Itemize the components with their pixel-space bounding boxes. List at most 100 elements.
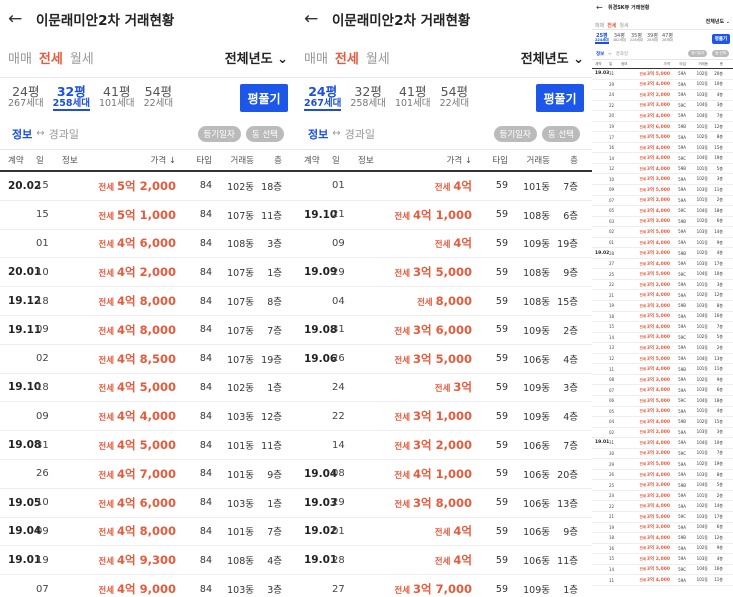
pyeong-tab[interactable]: 47평 28세대 xyxy=(662,33,673,45)
table-row[interactable]: 15 전세 5억 1,000 84 107동 11층 xyxy=(0,201,296,230)
elapsed-toggle[interactable]: 경과일 xyxy=(49,126,79,142)
table-row[interactable]: 07 전세3억 2,000 59A 101동 2층 xyxy=(592,196,733,207)
pyeong-expand-button[interactable]: 평풀기 xyxy=(712,34,730,44)
table-row[interactable]: 19.10 18 전세 4억 5,000 84 102동 1층 xyxy=(0,374,296,403)
header-day[interactable]: 일 xyxy=(36,154,62,166)
table-row[interactable]: 19.10 21 전세 4억 1,000 59 108동 6층 xyxy=(296,201,592,230)
pyeong-tab[interactable]: 32평 258세대 xyxy=(350,85,386,110)
deal-type-tab[interactable]: 매매 xyxy=(595,23,604,29)
table-row[interactable]: 27 전세3억 4,000 59A 103동 17층 xyxy=(592,259,733,270)
table-row[interactable]: 22 전세3억 4,000 59A 102동 14층 xyxy=(592,501,733,512)
table-row[interactable]: 19.01 19 전세 4억 9,300 84 108동 4층 xyxy=(0,546,296,576)
table-row[interactable]: 29 전세3억 4,000 59A 101동 10층 xyxy=(592,80,733,91)
table-row[interactable]: 27 전세 3억 7,000 59 109동 1층 xyxy=(296,575,592,597)
table-row[interactable]: 24 전세3억 2,000 59A 101동 2층 xyxy=(592,491,733,502)
swap-arrow-icon[interactable]: ↔ xyxy=(36,128,44,139)
table-row[interactable]: 19.02 01 전세 4억 59 106동 9층 xyxy=(296,518,592,547)
pyeong-tab[interactable]: 54평 22세대 xyxy=(440,85,470,110)
deal-type-tab[interactable]: 전세 xyxy=(335,52,359,67)
table-row[interactable]: 19.06 26 전세 3억 5,000 59 106동 4층 xyxy=(296,345,592,374)
year-dropdown[interactable]: 전체년도 ⌄ xyxy=(706,18,730,25)
table-row[interactable]: 20 전세3억 4,000 59A 104동 7층 xyxy=(592,111,733,122)
header-contract[interactable]: 계약 xyxy=(0,154,36,166)
pyeong-tab[interactable]: 25평 224세대 xyxy=(595,33,609,45)
pyeong-tab[interactable]: 39평 28세대 xyxy=(647,33,658,45)
year-dropdown[interactable]: 전체년도 ⌄ xyxy=(521,48,584,67)
table-row[interactable]: 10 전세3억 3,000 59A 102동 3층 xyxy=(592,174,733,186)
header-day[interactable]: 일 xyxy=(609,62,621,67)
header-type[interactable]: 타입 xyxy=(482,154,508,166)
filter-pill[interactable]: 등기일자 xyxy=(197,125,241,142)
table-row[interactable]: 19.09 29 전세 3억 5,000 59 108동 9층 xyxy=(296,258,592,288)
table-row[interactable]: 19.05 10 전세 4억 6,000 84 103동 1층 xyxy=(0,489,296,518)
header-info[interactable]: 정보 xyxy=(358,154,390,166)
pyeong-expand-button[interactable]: 평풀기 xyxy=(536,84,584,112)
deal-type-tab[interactable]: 전세 xyxy=(607,23,616,29)
header-info[interactable]: 정보 xyxy=(62,154,94,166)
info-toggle[interactable]: 정보 xyxy=(308,126,328,142)
table-row[interactable]: 16 전세3억 3,000 59A 102동 9층 xyxy=(592,544,733,555)
table-row[interactable]: 02 전세 4억 8,500 84 107동 19층 xyxy=(0,345,296,374)
filter-pill[interactable]: 동 선택 xyxy=(245,125,284,142)
table-row[interactable]: 14 전세3억 3,000 59C 102동 5층 xyxy=(592,333,733,344)
table-row[interactable]: 22 전세3억 3,000 59C 104동 3층 xyxy=(592,101,733,112)
table-row[interactable]: 20.02 15 전세 5억 2,000 84 102동 18층 xyxy=(0,172,296,201)
header-price[interactable]: 가격 ↓ xyxy=(390,154,482,166)
table-row[interactable]: 05 전세3억 3,000 59A 101동 4층 xyxy=(592,407,733,418)
table-row[interactable]: 21 전세3억 4,000 59A 102동 12층 xyxy=(592,290,733,302)
pyeong-tab[interactable]: 24평 267세대 xyxy=(8,85,44,110)
table-row[interactable]: 19.12 18 전세 4억 8,000 84 107동 8층 xyxy=(0,287,296,316)
deal-type-tab[interactable]: 월세 xyxy=(70,52,94,67)
deal-type-tab[interactable]: 매매 xyxy=(304,52,328,67)
deal-type-tab[interactable]: 전세 xyxy=(39,52,63,67)
deal-type-tab[interactable]: 매매 xyxy=(8,52,32,67)
header-type[interactable]: 타입 xyxy=(674,62,686,67)
filter-pill[interactable]: 등기일자 xyxy=(688,50,708,57)
table-row[interactable]: 11 전세3억 4,000 59B 101동 11층 xyxy=(592,364,733,375)
table-row[interactable]: 22 전세3억 2,000 59A 101동 3층 xyxy=(592,280,733,291)
header-dong[interactable]: 거래동 xyxy=(212,154,254,166)
elapsed-toggle[interactable]: 경과일 xyxy=(616,51,628,57)
table-row[interactable]: 19 전세3억 3,000 59B 103동 8층 xyxy=(592,301,733,312)
table-row[interactable]: 19.03 29 전세 3억 8,000 59 106동 13층 xyxy=(296,489,592,518)
table-row[interactable]: 19.04 09 전세 4억 8,000 84 101동 7층 xyxy=(0,518,296,547)
pyeong-tab[interactable]: 41평 101세대 xyxy=(99,85,135,110)
table-row[interactable]: 01 전세3억 4,000 59A 101동 9층 xyxy=(592,238,733,249)
table-row[interactable]: 14 전세3억 5,000 59C 104동 16층 xyxy=(592,565,733,576)
table-row[interactable]: 15 전세3억 4,000 59A 101동 7층 xyxy=(592,322,733,333)
table-row[interactable]: 19.02 28 전세3억 3,000 59B 102동 4층 xyxy=(592,248,733,259)
header-day[interactable]: 일 xyxy=(332,154,358,166)
header-type[interactable]: 타입 xyxy=(186,154,212,166)
table-row[interactable]: 13 전세3억 2,000 59A 103동 2층 xyxy=(592,343,733,354)
table-row[interactable]: 18 전세3억 4,000 59B 101동 12층 xyxy=(592,533,733,544)
table-row[interactable]: 08 전세3억 3,000 59A 102동 9층 xyxy=(592,375,733,386)
table-row[interactable]: 21 전세3억 5,000 59C 103동 17층 xyxy=(592,512,733,523)
table-row[interactable]: 17 전세3억 5,000 59A 102동 8층 xyxy=(592,132,733,143)
table-row[interactable]: 29 전세3억 5,000 59A 102동 19층 xyxy=(592,459,733,470)
table-row[interactable]: 22 전세 3억 1,000 59 109동 4층 xyxy=(296,402,592,432)
table-row[interactable]: 19 전세3억 6,000 59B 101동 12층 xyxy=(592,122,733,133)
filter-pill[interactable]: 동 선택 xyxy=(541,125,580,142)
table-row[interactable]: 20.01 10 전세 4억 2,000 84 107동 1층 xyxy=(0,258,296,288)
header-info[interactable]: 정보 xyxy=(621,62,634,67)
header-price[interactable]: 가격 xyxy=(634,62,674,67)
back-arrow-icon[interactable]: ← xyxy=(304,9,332,29)
table-row[interactable]: 25 전세3억 3,000 59B 104동 5층 xyxy=(592,480,733,491)
table-row[interactable]: 15 전세3억 2,000 59A 103동 4층 xyxy=(592,554,733,565)
table-row[interactable]: 05 전세3억 4,000 59C 104동 18층 xyxy=(592,206,733,217)
table-row[interactable]: 19 전세3억 3,000 59A 104동 6층 xyxy=(592,523,733,534)
table-row[interactable]: 09 전세 4억 59 109동 19층 xyxy=(296,230,592,259)
table-row[interactable]: 26 전세 4억 7,000 84 101동 9층 xyxy=(0,460,296,489)
header-contract[interactable]: 계약 xyxy=(296,154,332,166)
table-row[interactable]: 01 전세 4억 6,000 84 108동 3층 xyxy=(0,230,296,259)
table-row[interactable]: 16 전세3억 4,000 59A 103동 15층 xyxy=(592,143,733,154)
pyeong-tab[interactable]: 41평 101세대 xyxy=(395,85,431,110)
pyeong-tab[interactable]: 54평 22세대 xyxy=(144,85,174,110)
table-row[interactable]: 02 전세3억 5,000 59A 103동 14층 xyxy=(592,227,733,238)
table-row[interactable]: 09 전세3억 5,000 59A 103동 11층 xyxy=(592,185,733,196)
table-row[interactable]: 14 전세3억 4,000 59C 104동 19층 xyxy=(592,153,733,164)
header-contract[interactable]: 계약 xyxy=(592,62,609,67)
table-row[interactable]: 07 전세3억 4,000 59A 103동 6층 xyxy=(592,385,733,396)
table-row[interactable]: 11 전세3억 4,000 59A 101동 11층 xyxy=(592,575,733,586)
table-row[interactable]: 18 전세3억 5,000 59A 104동 16층 xyxy=(592,312,733,323)
